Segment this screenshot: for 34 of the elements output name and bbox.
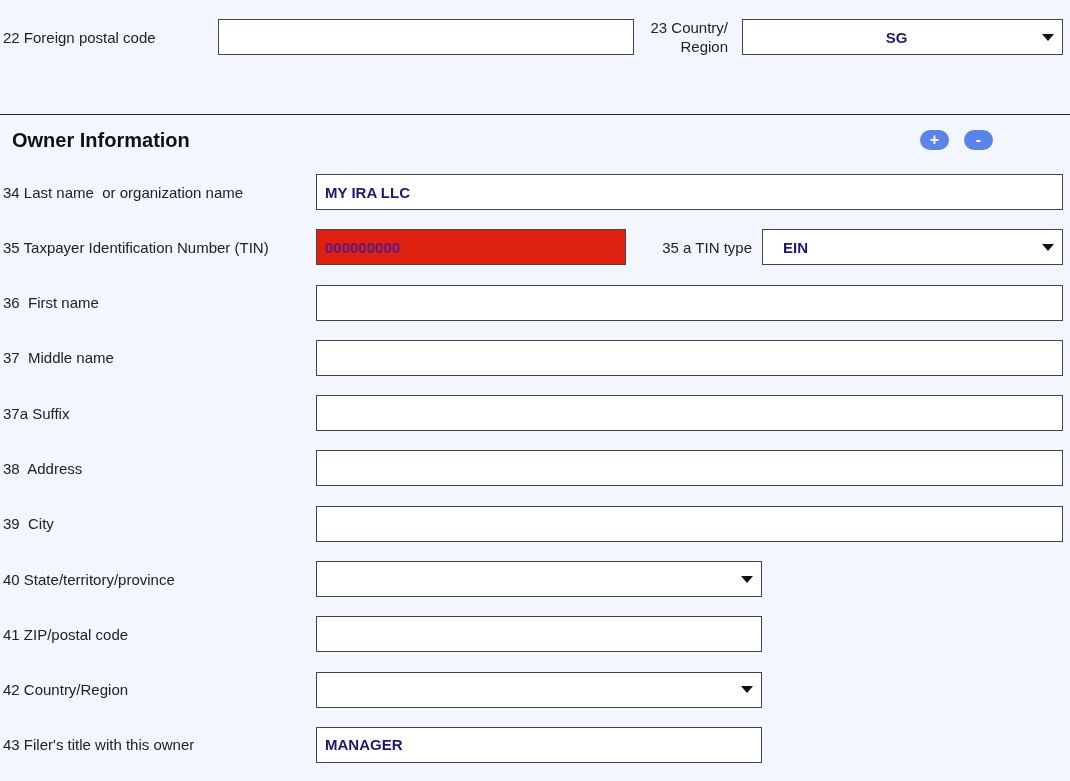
- text-field[interactable]: MANAGER: [316, 726, 762, 763]
- field-label: 34 Last name or organization name: [2, 183, 245, 201]
- field-label: 37a Suffix: [2, 404, 71, 422]
- field-label: 41 ZIP/postal code: [2, 625, 130, 643]
- text-field[interactable]: [316, 395, 1063, 432]
- section-title: Owner Information: [11, 128, 191, 152]
- caret-icon: [741, 686, 753, 694]
- field-label: 38 Address: [2, 460, 84, 477]
- text-field[interactable]: MY IRA LLC: [316, 174, 1063, 210]
- field-label: 36 First name: [2, 294, 100, 312]
- field-label: 39 City: [2, 515, 55, 533]
- caret-icon: [1042, 33, 1054, 41]
- field-label: 35 a TIN type: [661, 238, 752, 256]
- field-label: 23 Country/ Region: [649, 18, 728, 56]
- field-label: 22 Foreign postal code: [2, 28, 157, 46]
- caret-icon: [741, 575, 753, 583]
- country-dropdown[interactable]: SG: [742, 19, 1063, 55]
- postal-code-field[interactable]: [218, 19, 634, 55]
- field-label: 35 Taxpayer Identification Number (TIN): [2, 238, 270, 256]
- field-label: 43 Filer's title with this owner: [2, 736, 196, 754]
- dropdown-field[interactable]: [316, 671, 762, 708]
- text-field[interactable]: [316, 339, 1063, 376]
- field-label: 40 State/territory/province: [2, 570, 176, 588]
- text-field[interactable]: [316, 616, 762, 653]
- field-label: 37 Middle name: [2, 349, 115, 367]
- text-field[interactable]: [316, 284, 1063, 321]
- caret-icon: [1042, 243, 1054, 251]
- add-button[interactable]: +: [920, 130, 949, 150]
- dropdown-field[interactable]: [316, 561, 762, 598]
- text-field[interactable]: [316, 450, 1063, 487]
- tin-type-dropdown[interactable]: EIN: [762, 229, 1063, 266]
- remove-button[interactable]: -: [964, 130, 993, 150]
- text-field[interactable]: [316, 505, 1063, 542]
- field-label: 42 Country/Region: [2, 681, 130, 699]
